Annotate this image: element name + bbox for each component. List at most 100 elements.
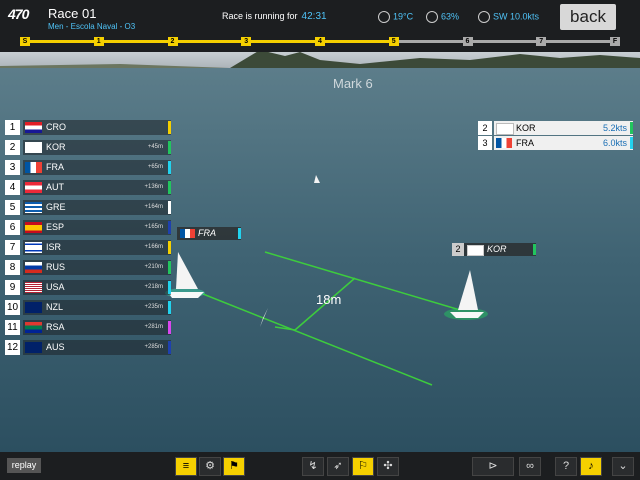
progress-marker: 1 <box>93 37 104 46</box>
progress-marker: 4 <box>315 37 325 46</box>
flag-icon <box>25 182 42 193</box>
distance-label: 18m <box>316 292 342 307</box>
ranking-position: 11 <box>5 320 20 335</box>
ranking-position: 6 <box>5 220 20 235</box>
ranking-entry: AUT +136m <box>23 180 171 195</box>
boat-tag-position: 2 <box>452 243 464 256</box>
flag-icon <box>25 302 42 313</box>
country-code: ESP <box>46 222 65 232</box>
followed-boat-row[interactable]: 3 FRA 6.0kts <box>478 136 633 150</box>
ranking-row[interactable]: 10 NZL +235m <box>5 300 173 316</box>
flag-icon <box>25 222 42 233</box>
ranking-entry: ISR +166m <box>23 240 171 255</box>
boat-color-marker <box>168 321 171 334</box>
ranking-row[interactable]: 1 CRO <box>5 120 173 136</box>
collapse-icon[interactable]: ⌄ <box>612 457 634 476</box>
boat-color-marker <box>630 137 633 149</box>
ranking-row[interactable]: 5 GRE +164m <box>5 200 173 216</box>
boat-gear-icon[interactable]: ⚙ <box>199 457 221 476</box>
distance-gap: +210m <box>144 264 163 270</box>
country-code: FRA <box>516 138 534 148</box>
ranking-row[interactable]: 8 RUS +210m <box>5 260 173 276</box>
back-button[interactable]: back <box>560 4 616 30</box>
distance-gap: +285m <box>144 344 163 350</box>
ranking-row[interactable]: 7 ISR +166m <box>5 240 173 256</box>
course-icon[interactable]: ↯ <box>302 457 324 476</box>
flag-icon <box>25 242 42 253</box>
ranking-entry: RUS +210m <box>23 260 171 275</box>
crosshair-icon[interactable]: ✣ <box>377 457 399 476</box>
ranking-position: 2 <box>5 140 20 155</box>
ranking-entry: GRE +164m <box>23 200 171 215</box>
help-icon[interactable]: ? <box>555 457 577 476</box>
wind-value: SW 10.0kts <box>493 11 540 22</box>
mark-label: Mark 6 <box>333 76 373 91</box>
ranking-row[interactable]: 4 AUT +136m <box>5 180 173 196</box>
boat-color-marker <box>168 281 171 294</box>
country-code: NZL <box>46 302 64 312</box>
distance-gap: +65m <box>147 164 163 170</box>
boat-color-marker <box>168 121 171 134</box>
ranking-entry: AUS +285m <box>23 340 171 355</box>
progress-marker: 2 <box>167 37 178 46</box>
followed-entry: FRA 6.0kts <box>494 136 633 150</box>
temperature-value: 19°C <box>393 11 414 22</box>
replay-button[interactable]: replay <box>7 458 41 473</box>
ranking-position: 10 <box>5 300 20 315</box>
flag-icon <box>25 322 42 333</box>
flag-icon <box>25 262 42 273</box>
app-logo: 470 <box>8 6 29 22</box>
progress-segment <box>546 40 610 43</box>
progress-segment <box>103 40 168 43</box>
boat-tag-kor[interactable]: 2 KOR <box>452 243 536 256</box>
country-code: RUS <box>46 262 66 272</box>
ranking-row[interactable]: 9 USA +218m <box>5 280 173 296</box>
sound-icon[interactable]: ♪ <box>580 457 602 476</box>
ranking-position: 8 <box>5 260 20 275</box>
boat-color-marker <box>168 181 171 194</box>
boat-tag-color <box>238 228 241 239</box>
boat-color-marker <box>168 341 171 354</box>
followed-boat-row[interactable]: 2 KOR 5.2kts <box>478 121 633 135</box>
boat-tag-fra[interactable]: FRA <box>177 227 241 240</box>
boat-color-marker <box>168 161 171 174</box>
binoculars-icon[interactable]: ∞ <box>519 457 541 476</box>
country-code: AUS <box>46 342 65 352</box>
ranking-row[interactable]: 12 AUS +285m <box>5 340 173 356</box>
ranking-entry: CRO <box>23 120 171 135</box>
ranking-row[interactable]: 2 KOR +45m <box>5 140 173 156</box>
boat-color-marker <box>168 221 171 234</box>
progress-marker: S <box>20 37 30 46</box>
list-icon[interactable]: ≡ <box>175 457 197 476</box>
progress-marker: 6 <box>462 37 473 46</box>
flag-icon <box>496 123 514 135</box>
ranking-entry: USA +218m <box>23 280 171 295</box>
camera-boat-icon[interactable]: ⊳ <box>472 457 514 476</box>
distance-gap: +165m <box>144 224 163 230</box>
flag-icon <box>25 202 42 213</box>
progress-marker: 5 <box>388 37 399 46</box>
flag-icon-fra <box>180 229 195 238</box>
flag-icon[interactable]: ⚐ <box>352 457 374 476</box>
boat-tag-code: FRA <box>198 228 216 238</box>
gauge-icon <box>426 11 438 23</box>
country-code: ISR <box>46 242 62 252</box>
temperature-readout: 19°C <box>378 11 413 23</box>
humidity-value: 63% <box>441 11 460 22</box>
boat-color-marker <box>630 122 633 134</box>
thermometer-icon <box>378 11 390 23</box>
ranking-row[interactable]: 3 FRA +65m <box>5 160 173 176</box>
country-code: FRA <box>46 162 64 172</box>
boat-speed: 6.0kts <box>602 138 627 148</box>
followed-position: 2 <box>478 121 492 135</box>
wind-flag-icon[interactable]: ⚑ <box>223 457 245 476</box>
country-code: GRE <box>46 202 66 212</box>
ranking-entry: NZL +235m <box>23 300 171 315</box>
ranking-row[interactable]: 11 RSA +281m <box>5 320 173 336</box>
country-code: AUT <box>46 182 64 192</box>
progress-segment <box>325 40 389 43</box>
ranking-row[interactable]: 6 ESP +165m <box>5 220 173 236</box>
heading-icon[interactable]: ➶ <box>327 457 349 476</box>
boat-tag-code: KOR <box>487 244 507 254</box>
wind-readout: SW 10.0kts <box>478 11 539 23</box>
